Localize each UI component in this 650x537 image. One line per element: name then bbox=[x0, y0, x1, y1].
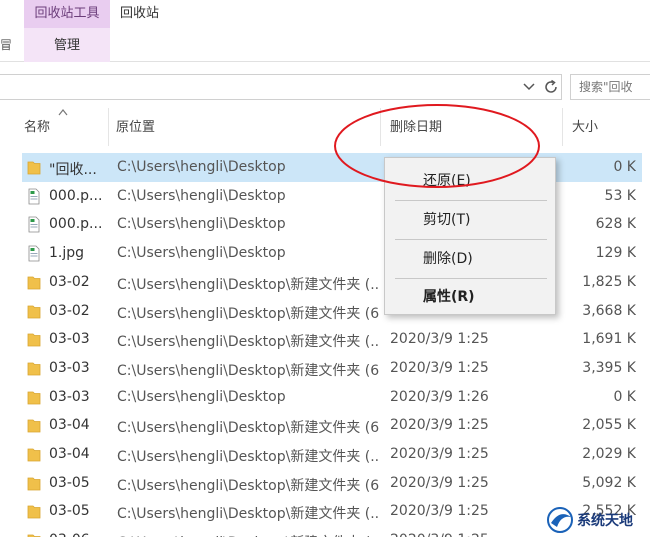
original-location: C:\Users\hengli\Desktop\新建文件夹 (6) bbox=[117, 306, 379, 322]
file-name: 03-03 bbox=[49, 389, 90, 405]
folder-icon bbox=[27, 534, 41, 537]
ribbon: 回收站工具 管理 回收站 冒 bbox=[0, 0, 650, 62]
original-location: C:\Users\hengli\Desktop bbox=[117, 188, 286, 204]
folder-icon bbox=[27, 161, 41, 175]
address-bar[interactable] bbox=[0, 74, 562, 100]
file-name: 000.p... bbox=[49, 216, 103, 232]
menu-item-cut[interactable]: 剪切(T) bbox=[385, 203, 557, 237]
chevron-down-icon[interactable] bbox=[522, 79, 536, 95]
date-deleted: 2020/3/9 1:25 bbox=[390, 417, 489, 433]
menu-separator bbox=[395, 278, 547, 279]
original-location: C:\Users\hengli\Desktop bbox=[117, 216, 286, 232]
file-name: 000.p... bbox=[49, 188, 103, 204]
image-file-icon bbox=[28, 188, 40, 205]
menu-item-properties[interactable]: 属性(R) bbox=[385, 280, 557, 314]
column-divider[interactable] bbox=[562, 108, 563, 146]
table-row[interactable]: 03-03 C:\Users\hengli\Desktop 2020/3/9 1:2… bbox=[22, 383, 642, 412]
folder-icon bbox=[27, 305, 41, 319]
original-location: C:\Users\hengli\Desktop\新建文件夹 (6) bbox=[117, 363, 379, 379]
watermark-text: 系统天地 bbox=[577, 513, 633, 529]
table-row[interactable]: 03-04 C:\Users\hengli\Desktop\新建文件夹 (6) 20… bbox=[22, 411, 642, 440]
menu-separator bbox=[395, 239, 547, 240]
file-name: 03-06 bbox=[49, 532, 127, 537]
file-name: 03-04 bbox=[49, 446, 90, 462]
table-row[interactable]: 03-03 C:\Users\hengli\Desktop\新建文件夹 (6) 20… bbox=[22, 354, 642, 383]
original-location: C:\Users\hengli\Desktop bbox=[117, 389, 286, 405]
file-size: 0 K bbox=[613, 159, 636, 175]
file-name: 03-05 bbox=[49, 475, 90, 491]
date-deleted: 2020/3/9 1:25 bbox=[390, 475, 489, 491]
file-name: 03-04 bbox=[49, 417, 90, 433]
file-size: 2,055 K bbox=[582, 417, 636, 433]
original-location: C:\Users\hengli\Desktop\新建文件夹 (6) bbox=[117, 420, 379, 436]
column-header-name[interactable]: 名称 bbox=[24, 118, 50, 138]
file-size: 5,092 K bbox=[582, 475, 636, 491]
original-location: C:\Users\hengli\Desktop\新建文件夹 (... bbox=[117, 449, 379, 465]
date-deleted: 2020/3/9 1:25 bbox=[390, 360, 489, 376]
original-location: C:\Users\hengli\Desktop\新建文件夹 (... bbox=[117, 506, 379, 522]
original-location: C:\Users\hengli\Desktop\新建文件夹 (... bbox=[117, 277, 379, 293]
table-row[interactable]: 03-04 C:\Users\hengli\Desktop\新建文件夹 (... 2… bbox=[22, 440, 642, 469]
date-deleted: 2020/3/9 1:26 bbox=[390, 389, 489, 405]
search-input[interactable]: 搜索"回收 bbox=[570, 74, 650, 100]
column-divider[interactable] bbox=[108, 108, 109, 146]
ribbon-edge-glyph: 冒 bbox=[0, 38, 13, 52]
column-header-size[interactable]: 大小 bbox=[572, 118, 598, 138]
original-location: C:\Users\hengli\Desktop\新建文件夹 (... bbox=[117, 334, 379, 350]
folder-icon bbox=[27, 419, 41, 433]
refresh-icon[interactable] bbox=[542, 78, 560, 96]
file-name: 03-03 bbox=[49, 360, 90, 376]
sort-ascending-icon bbox=[58, 109, 68, 116]
folder-icon bbox=[27, 333, 41, 347]
annotation-ellipse bbox=[334, 104, 540, 188]
original-location: C:\Users\hengli\Desktop\新建文件夹 (6) bbox=[117, 478, 379, 494]
original-location: C:\Users\hengli\Desktop bbox=[117, 245, 286, 261]
file-size: 53 K bbox=[604, 188, 636, 204]
image-file-icon bbox=[28, 216, 40, 233]
recycle-bin-tools-title[interactable]: 回收站工具 bbox=[24, 0, 110, 28]
original-location: C:\Users\hengli\Desktop\新建文件夹 (... bbox=[117, 532, 379, 537]
date-deleted: 2020/3/9 1:25 bbox=[390, 503, 489, 519]
file-name: 1.jpg bbox=[49, 245, 85, 261]
file-size: 0 K bbox=[613, 389, 636, 405]
file-size: 3,668 K bbox=[582, 303, 636, 319]
folder-icon bbox=[27, 477, 41, 491]
file-name: 03-02 bbox=[49, 303, 90, 319]
folder-icon bbox=[27, 276, 41, 290]
window-title: 回收站 bbox=[120, 6, 160, 21]
file-size: 1,691 K bbox=[582, 331, 636, 347]
menu-separator bbox=[395, 200, 547, 201]
recycle-bin-tools-group: 回收站工具 管理 bbox=[24, 0, 110, 62]
column-header-original-location[interactable]: 原位置 bbox=[116, 118, 155, 138]
file-name: 03-02 bbox=[49, 274, 90, 290]
file-size: 2,029 K bbox=[582, 446, 636, 462]
image-file-icon bbox=[28, 245, 40, 262]
file-name: 03-05 bbox=[49, 503, 90, 519]
folder-icon bbox=[27, 448, 41, 462]
date-deleted: 2020/3/9 1:25 bbox=[390, 532, 540, 537]
file-size: 1,825 K bbox=[582, 274, 636, 290]
date-deleted: 2020/3/9 1:25 bbox=[390, 446, 489, 462]
file-size: 628 K bbox=[595, 216, 636, 232]
file-size: 3,395 K bbox=[582, 360, 636, 376]
date-deleted: 2020/3/9 1:25 bbox=[390, 331, 489, 347]
tab-manage[interactable]: 管理 bbox=[24, 34, 110, 58]
file-name: "回收... bbox=[49, 162, 97, 178]
folder-icon bbox=[27, 362, 41, 376]
file-name: 03-03 bbox=[49, 331, 90, 347]
folder-icon bbox=[27, 505, 41, 519]
menu-item-delete[interactable]: 删除(D) bbox=[385, 242, 557, 276]
table-row[interactable]: 03-05 C:\Users\hengli\Desktop\新建文件夹 (6) 20… bbox=[22, 469, 642, 498]
folder-icon bbox=[27, 391, 41, 405]
table-row[interactable]: 03-03 C:\Users\hengli\Desktop\新建文件夹 (... 2… bbox=[22, 325, 642, 354]
file-size: 129 K bbox=[595, 245, 636, 261]
